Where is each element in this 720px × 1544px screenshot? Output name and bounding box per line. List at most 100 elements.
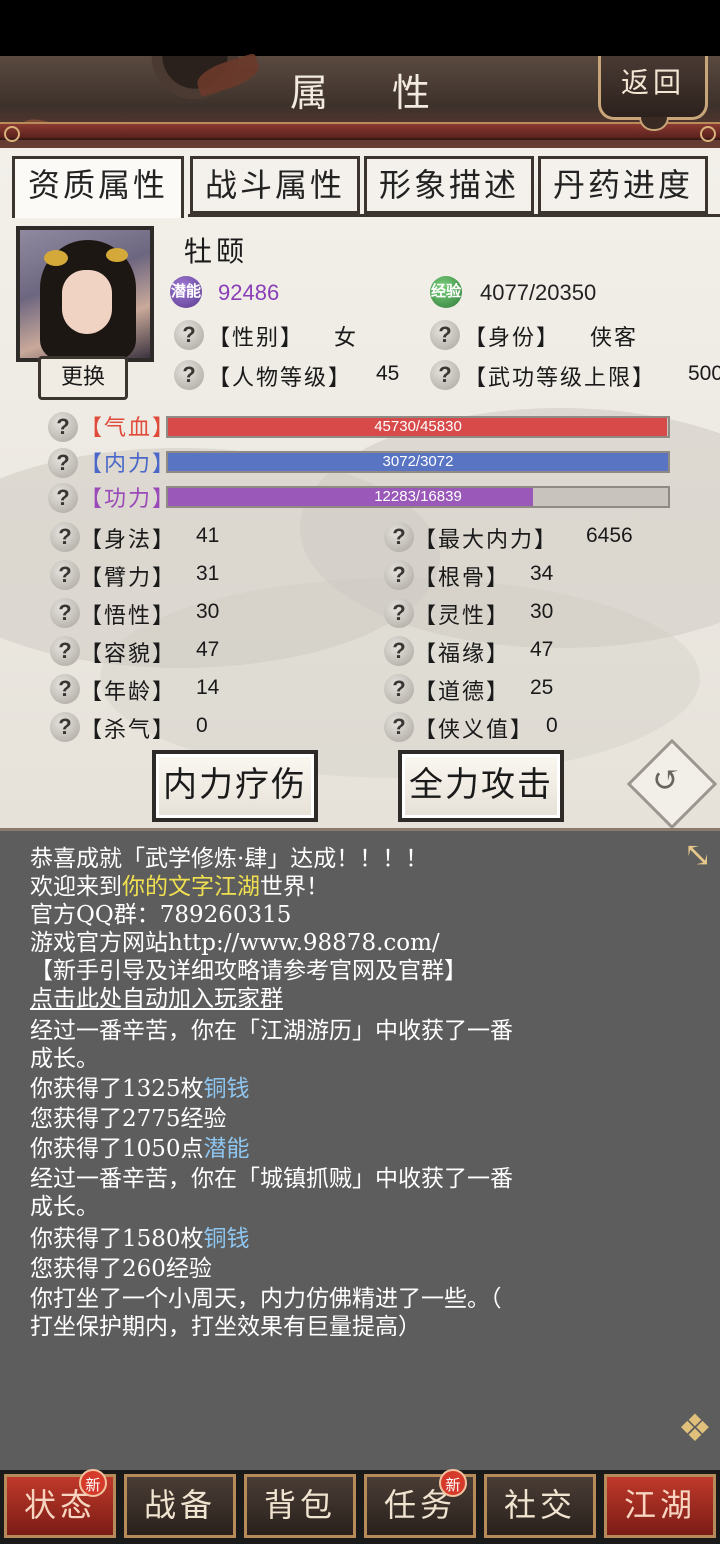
help-icon[interactable]: ? bbox=[50, 522, 80, 552]
stat-killing-intent-label: 【杀气】 bbox=[80, 718, 177, 743]
heal-button[interactable]: 内力疗伤 bbox=[152, 750, 318, 822]
help-icon[interactable]: ? bbox=[50, 674, 80, 704]
help-icon[interactable]: ? bbox=[384, 522, 414, 552]
stat-morality-label: 【道德】 bbox=[414, 680, 511, 705]
log-line: 打坐保护期内，打坐效果有巨量提高） bbox=[30, 1314, 421, 1340]
level-label: 【人物等级】 bbox=[208, 366, 353, 391]
help-icon[interactable]: ? bbox=[50, 712, 80, 742]
tab-aptitude[interactable]: 资质属性 bbox=[12, 156, 184, 218]
change-avatar-button[interactable]: 更换 bbox=[38, 356, 128, 400]
log-line: 【新手引导及详细攻略请参考官网及官群】 bbox=[30, 958, 467, 984]
tab-appearance[interactable]: 形象描述 bbox=[364, 156, 534, 214]
power-label: 【功力】 bbox=[80, 487, 177, 512]
join-group-link[interactable]: 点击此处自动加入玩家群 bbox=[30, 985, 283, 1013]
character-name: 牡颐 bbox=[184, 235, 249, 268]
help-icon[interactable]: ? bbox=[430, 360, 460, 390]
help-icon[interactable]: ? bbox=[384, 560, 414, 590]
stat-killing-intent-value: 0 bbox=[196, 714, 208, 737]
nav-backpack[interactable]: 背包 bbox=[244, 1474, 356, 1538]
nav-quests[interactable]: 任务新 bbox=[364, 1469, 476, 1538]
stat-fortune-value: 47 bbox=[530, 638, 554, 661]
tab-combat[interactable]: 战斗属性 bbox=[190, 156, 360, 214]
identity-value: 侠客 bbox=[590, 326, 639, 351]
hp-label: 【气血】 bbox=[80, 416, 177, 441]
skill-cap-label: 【武功等级上限】 bbox=[464, 366, 657, 391]
stat-insight-value: 30 bbox=[196, 600, 220, 623]
power-bar: 12283/16839 bbox=[166, 486, 670, 508]
log-line: 成长。 bbox=[30, 1046, 99, 1072]
log-highlight: 铜钱 bbox=[203, 1076, 250, 1102]
log-text: 世界！ bbox=[260, 874, 329, 900]
stat-age-label: 【年龄】 bbox=[80, 680, 177, 705]
power-bar-text: 12283/16839 bbox=[374, 488, 462, 505]
stat-looks-value: 47 bbox=[196, 638, 220, 661]
hp-bar: 45730/45830 bbox=[166, 416, 670, 438]
stat-strength-value: 31 bbox=[196, 562, 220, 585]
tab-pill-progress[interactable]: 丹药进度 bbox=[538, 156, 708, 214]
scroll-ornament-icon[interactable]: ❖ bbox=[678, 1406, 712, 1450]
expand-icon[interactable]: ⤡ bbox=[684, 835, 713, 875]
nav-label: 江湖 bbox=[623, 1486, 696, 1524]
help-icon[interactable]: ? bbox=[50, 598, 80, 628]
nav-label: 战备 bbox=[143, 1486, 216, 1524]
log-highlight: 潜能 bbox=[203, 1136, 250, 1162]
log-text: 你获得了1050点 bbox=[30, 1136, 204, 1162]
help-icon[interactable]: ? bbox=[384, 674, 414, 704]
help-icon[interactable]: ? bbox=[384, 636, 414, 666]
new-badge: 新 bbox=[79, 1469, 107, 1497]
log-line: 你获得了1580枚铜钱 bbox=[30, 1225, 250, 1253]
nav-jianghu[interactable]: 江湖 bbox=[604, 1474, 716, 1538]
stat-insight-label: 【悟性】 bbox=[80, 604, 177, 629]
help-icon[interactable]: ? bbox=[430, 320, 460, 350]
help-icon[interactable]: ? bbox=[48, 483, 78, 513]
log-text: 欢迎来到 bbox=[30, 874, 122, 900]
log-line: 欢迎来到你的文字江湖世界！ bbox=[30, 873, 329, 901]
log-line: 你获得了1050点潜能 bbox=[30, 1135, 250, 1163]
stat-spirit-value: 30 bbox=[530, 600, 554, 623]
stat-chivalry-value: 0 bbox=[546, 714, 558, 737]
log-line: 你获得了1325枚铜钱 bbox=[30, 1075, 250, 1103]
stat-agility-label: 【身法】 bbox=[80, 528, 177, 553]
log-line: 恭喜成就「武学修炼·肆」达成！！！！ bbox=[30, 846, 429, 872]
gender-label: 【性别】 bbox=[208, 326, 305, 351]
potential-icon: 潜能 bbox=[170, 276, 202, 308]
back-button[interactable]: 返回 bbox=[598, 56, 708, 131]
exp-value: 4077/20350 bbox=[480, 280, 597, 305]
avatar-face bbox=[62, 270, 112, 334]
help-icon[interactable]: ? bbox=[48, 412, 78, 442]
refresh-button[interactable]: ↺ bbox=[626, 738, 718, 828]
full-attack-button[interactable]: 全力攻击 bbox=[398, 750, 564, 822]
log-line: 您获得了2775经验 bbox=[30, 1106, 227, 1132]
message-log[interactable]: ⤡ 恭喜成就「武学修炼·肆」达成！！！！ 欢迎来到你的文字江湖世界！ 官方QQ群… bbox=[0, 828, 720, 1470]
skill-cap-value: 500 bbox=[688, 362, 720, 385]
nav-status[interactable]: 状态新 bbox=[4, 1469, 116, 1538]
identity-label: 【身份】 bbox=[464, 326, 561, 351]
log-text: 你获得了1325枚 bbox=[30, 1076, 204, 1102]
nav-label: 社交 bbox=[503, 1486, 576, 1524]
log-highlight: 铜钱 bbox=[203, 1226, 250, 1252]
log-line: 官方QQ群：789260315 bbox=[30, 902, 292, 928]
exp-icon: 经验 bbox=[430, 276, 462, 308]
log-line: 经过一番辛苦，你在「江湖游历」中收获了一番 bbox=[30, 1018, 513, 1044]
stat-fortune-label: 【福缘】 bbox=[414, 642, 511, 667]
log-line: 您获得了260经验 bbox=[30, 1256, 212, 1282]
help-icon[interactable]: ? bbox=[174, 360, 204, 390]
stat-constitution-label: 【根骨】 bbox=[414, 566, 511, 591]
avatar[interactable] bbox=[16, 226, 154, 362]
bottom-nav: 状态新 战备 背包 任务新 社交 江湖 bbox=[0, 1469, 720, 1544]
nav-social[interactable]: 社交 bbox=[484, 1474, 596, 1538]
mp-bar: 3072/3072 bbox=[166, 451, 670, 473]
back-button-label: 返回 bbox=[620, 66, 685, 99]
help-icon[interactable]: ? bbox=[384, 598, 414, 628]
stat-chivalry-label: 【侠义值】 bbox=[414, 718, 535, 743]
gender-value: 女 bbox=[334, 326, 359, 351]
help-icon[interactable]: ? bbox=[384, 712, 414, 742]
stat-max-mp-label: 【最大内力】 bbox=[414, 528, 559, 553]
nav-equipment[interactable]: 战备 bbox=[124, 1474, 236, 1538]
help-icon[interactable]: ? bbox=[50, 636, 80, 666]
mp-label: 【内力】 bbox=[80, 452, 177, 477]
help-icon[interactable]: ? bbox=[174, 320, 204, 350]
avatar-ornament bbox=[44, 250, 68, 266]
help-icon[interactable]: ? bbox=[50, 560, 80, 590]
help-icon[interactable]: ? bbox=[48, 448, 78, 478]
